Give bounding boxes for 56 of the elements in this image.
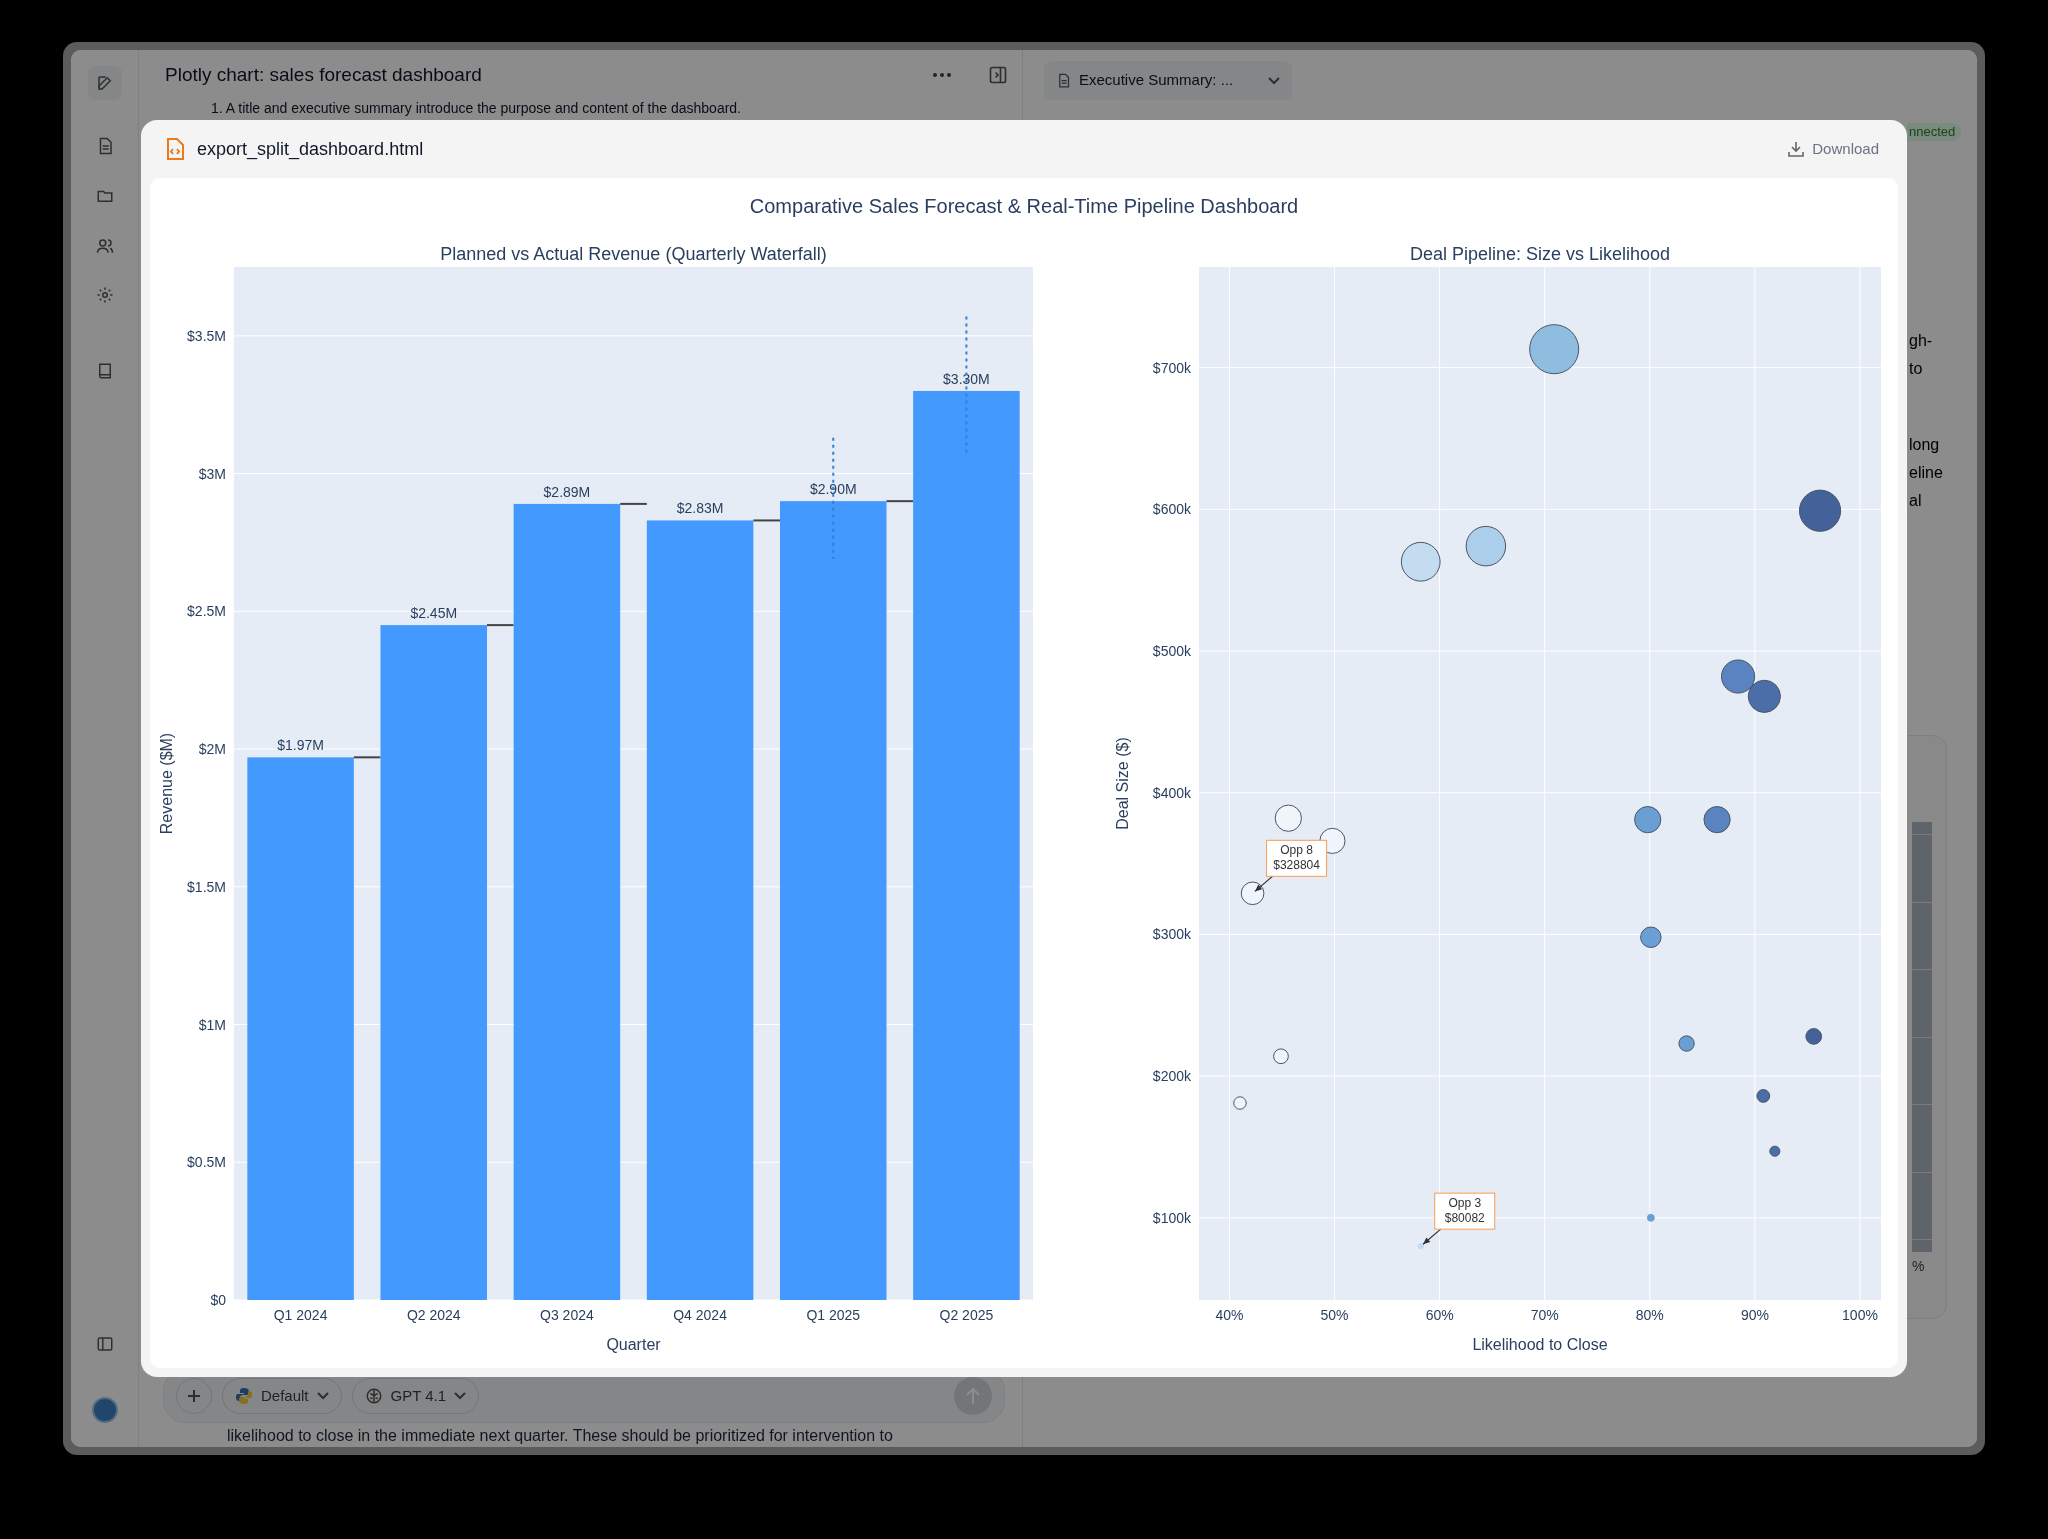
axis-tick-label: $200k — [1152, 1068, 1191, 1085]
axis-tick-label: $600k — [1152, 501, 1191, 518]
text-fragment: eline — [1909, 463, 1944, 483]
text-fragment: gh- — [1909, 331, 1934, 351]
chart-title: Deal Pipeline: Size vs Likelihood — [1409, 244, 1671, 264]
axis-tick-label: $3.5M — [187, 327, 226, 344]
annotation: Opp 8 $328804 — [1273, 843, 1321, 873]
axis-tick-label: 40% — [1215, 1307, 1244, 1323]
text-fragment: long — [1909, 435, 1941, 455]
status-badge: nnected — [1907, 123, 1962, 141]
axis-tick-label: $300k — [1152, 926, 1191, 943]
text-fragment: al — [1909, 491, 1923, 511]
axis-tick-label: $2.5M — [187, 603, 226, 620]
axis-tick-label: Q2 2024 — [406, 1307, 461, 1323]
axis-label: % — [1912, 1257, 1926, 1276]
value-label: $2.90M — [809, 481, 857, 498]
axis-tick-label: Q3 2024 — [540, 1307, 594, 1323]
axis-tick-label: $400k — [1152, 784, 1191, 801]
dashboard-title: Comparative Sales Forecast & Real-Time Pipeline Dashboard — [749, 194, 1299, 219]
paragraph: likelihood to close in the immediate next quarter. These should be prioritized for intervention to — [227, 1427, 894, 1445]
value-label: $3.30M — [943, 370, 990, 387]
axis-tick-label: Q2 2025 — [939, 1307, 994, 1323]
axis-title: Likelihood to Close — [1472, 1336, 1608, 1353]
paragraph: 1. A title and executive summary introduce the purpose and content of the dashboard. — [211, 100, 742, 116]
axis-tick-label: 90% — [1740, 1307, 1769, 1323]
text-fragment: to — [1909, 359, 1924, 379]
axis-tick-label: $1.5M — [187, 878, 226, 895]
axis-tick-label: $2M — [198, 741, 226, 758]
axis-tick-label: $500k — [1152, 643, 1191, 659]
axis-title: Deal Size ($) — [1114, 737, 1131, 830]
axis-title: Quarter — [606, 1336, 661, 1353]
axis-tick-label: 60% — [1425, 1307, 1454, 1323]
axis-tick-label: $700k — [1152, 359, 1191, 376]
chat-title: Plotly chart: sales forecast dashboard — [165, 62, 483, 87]
value-label: $2.89M — [543, 483, 591, 500]
axis-tick-label: Q1 2025 — [806, 1307, 861, 1323]
axis-tick-label: 100% — [1842, 1307, 1878, 1323]
axis-tick-label: $1M — [198, 1016, 226, 1033]
axis-tick-label: $3M — [198, 465, 226, 482]
axis-tick-label: 50% — [1320, 1307, 1349, 1323]
file-name: export_split_dashboard.html — [197, 137, 425, 162]
axis-tick-label: 80% — [1635, 1307, 1664, 1323]
axis-tick-label: Q1 2024 — [273, 1307, 328, 1323]
value-label: $1.97M — [277, 737, 324, 754]
annotation-label: Opp 3 $80082 — [1434, 1192, 1496, 1230]
axis-tick-label: 70% — [1530, 1307, 1559, 1323]
annotation-label: Opp 8 $328804 — [1266, 839, 1328, 877]
chart-title: Planned vs Actual Revenue (Quarterly Waterfall) — [440, 244, 827, 264]
annotation: Opp 3 $80082 — [1444, 1196, 1486, 1226]
axis-tick-label: $0 — [210, 1292, 226, 1308]
axis-tick-label: Q4 2024 — [673, 1307, 727, 1323]
axis-tick-label: $0.5M — [187, 1154, 226, 1171]
axis-title: Revenue ($M) — [158, 732, 175, 835]
value-label: $2.83M — [676, 500, 724, 517]
value-label: $2.45M — [410, 605, 458, 622]
axis-tick-label: $100k — [1152, 1209, 1191, 1226]
